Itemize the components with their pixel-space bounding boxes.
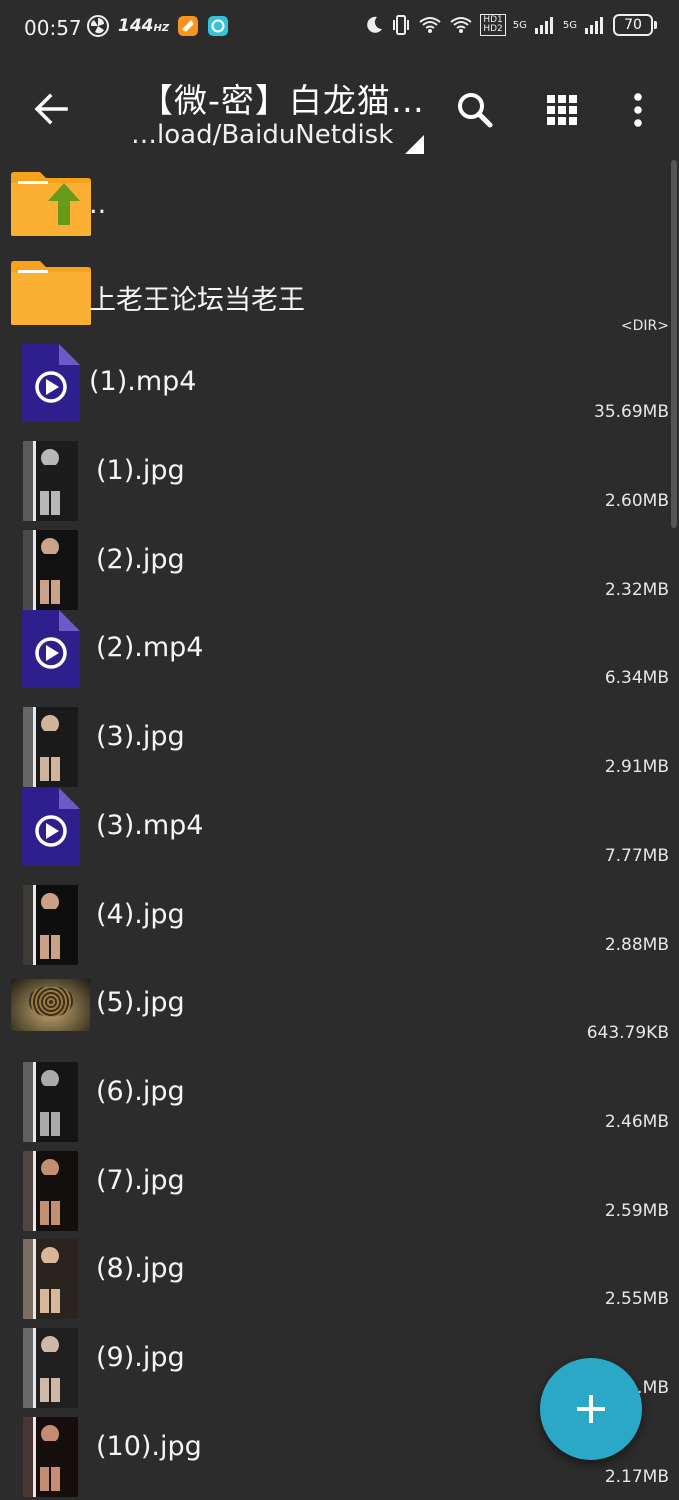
- refresh-rate: 144HZ: [118, 16, 170, 36]
- file-name: (4).jpg: [96, 898, 185, 930]
- image-thumbnail: [23, 884, 78, 965]
- path-dropdown[interactable]: …load/BaiduNetdisk: [131, 120, 393, 150]
- file-row[interactable]: (2).mp4 6.34MB: [0, 608, 679, 697]
- app-toolbar: 【微-密】白龙猫… …load/BaiduNetdisk: [0, 60, 679, 160]
- file-size: <DIR>: [620, 317, 669, 334]
- file-size: 2.60MB: [604, 491, 669, 512]
- file-size: 2.55MB: [604, 1289, 669, 1310]
- status-bar: 00:57 144HZ HD1 HD2 5G 5G 70: [0, 0, 679, 56]
- dropdown-triangle-icon[interactable]: [405, 135, 424, 154]
- network-5g-label: 5G: [512, 19, 527, 31]
- file-size: 2.32MB: [604, 579, 669, 600]
- status-time: 00:57: [24, 16, 82, 40]
- status-right-icons: HD1 HD2 5G 5G 70: [364, 14, 657, 36]
- file-name: (1).jpg: [96, 455, 185, 487]
- folder-icon: [11, 260, 91, 325]
- vibrate-icon: [393, 15, 410, 35]
- scrollbar[interactable]: [671, 160, 677, 528]
- file-name: (1).mp4: [89, 366, 197, 398]
- file-row[interactable]: (3).mp4 7.77MB: [0, 786, 679, 875]
- file-size: 7.77MB: [604, 845, 669, 866]
- image-thumbnail: [23, 441, 78, 522]
- file-name: (2).jpg: [96, 543, 185, 575]
- file-name: (3).jpg: [96, 721, 185, 753]
- file-manager-screen: 00:57 144HZ HD1 HD2 5G 5G 70 【微-密】白龙猫… ……: [0, 0, 679, 1500]
- file-row[interactable]: (8).jpg 2.55MB: [0, 1229, 679, 1320]
- chat-app-icon: [208, 16, 229, 36]
- folder-row[interactable]: 上老王论坛当老王 <DIR>: [0, 254, 679, 343]
- more-vert-icon[interactable]: [627, 90, 649, 130]
- hd-badge: HD1 HD2: [480, 14, 506, 36]
- image-thumbnail: [23, 1239, 78, 1320]
- file-size: 2.91MB: [604, 757, 669, 778]
- file-size: 2.88MB: [604, 934, 669, 955]
- image-thumbnail: [23, 1327, 78, 1408]
- file-name: (7).jpg: [96, 1164, 185, 1196]
- folder-title: 【微-密】白龙猫…: [140, 81, 425, 120]
- file-size: 35.69MB: [594, 402, 669, 423]
- file-name: ..: [89, 189, 107, 220]
- file-size: 643.79KB: [586, 1023, 669, 1044]
- file-row[interactable]: (5).jpg 643.79KB: [0, 963, 679, 1052]
- file-size: 2.17MB: [604, 1466, 669, 1487]
- folder-up-icon: [11, 172, 91, 236]
- search-icon[interactable]: [455, 90, 495, 130]
- plus-icon-vertical: [589, 1395, 593, 1423]
- wifi-icon-2: [450, 17, 472, 33]
- file-name: (2).mp4: [96, 632, 204, 664]
- image-thumbnail: [11, 979, 90, 1032]
- file-row[interactable]: (6).jpg 2.46MB: [0, 1052, 679, 1142]
- file-size: 2.59MB: [604, 1200, 669, 1221]
- network-5g-label-2: 5G: [562, 19, 577, 31]
- file-size: 6.34MB: [604, 668, 669, 689]
- fan-icon: [87, 15, 109, 37]
- file-name: (6).jpg: [96, 1075, 185, 1107]
- image-thumbnail: [23, 1061, 78, 1142]
- taobao-app-icon: [178, 16, 199, 36]
- image-thumbnail: [23, 707, 78, 788]
- add-fab-button[interactable]: [540, 1358, 642, 1460]
- file-row[interactable]: (4).jpg 2.88MB: [0, 875, 679, 965]
- file-row[interactable]: (1).jpg 2.60MB: [0, 431, 679, 522]
- file-list: .. 上老王论坛当老王 <DIR> (1).mp4 35.69MB (1).jpg 2…: [0, 165, 679, 1497]
- signal-icon-2: [585, 17, 603, 34]
- file-row[interactable]: (1).mp4 35.69MB: [0, 342, 679, 431]
- file-name: 上老王论坛当老王: [89, 284, 305, 316]
- file-name: (3).mp4: [96, 809, 204, 841]
- image-thumbnail: [23, 529, 78, 610]
- video-file-icon: [22, 610, 80, 689]
- parent-dir-row[interactable]: ..: [0, 165, 679, 254]
- moon-icon: [367, 16, 383, 33]
- image-thumbnail: [23, 1150, 78, 1231]
- file-name: (8).jpg: [96, 1253, 185, 1285]
- grid-icon[interactable]: [545, 93, 579, 127]
- file-row[interactable]: (7).jpg 2.59MB: [0, 1141, 679, 1231]
- wifi-icon: [419, 17, 441, 33]
- file-size: 2.46MB: [604, 1111, 669, 1132]
- file-row[interactable]: (2).jpg 2.32MB: [0, 520, 679, 610]
- file-name: (5).jpg: [96, 987, 185, 1019]
- image-thumbnail: [23, 1416, 78, 1497]
- signal-icon: [534, 17, 553, 34]
- video-file-icon: [22, 787, 80, 866]
- file-name: (9).jpg: [96, 1341, 185, 1373]
- battery-indicator: 70: [613, 14, 657, 36]
- file-row[interactable]: (3).jpg 2.91MB: [0, 697, 679, 788]
- file-name: (10).jpg: [96, 1430, 202, 1462]
- video-file-icon: [22, 344, 80, 423]
- arrow-left-icon[interactable]: [30, 88, 72, 130]
- status-left-icons: 144HZ: [86, 14, 229, 38]
